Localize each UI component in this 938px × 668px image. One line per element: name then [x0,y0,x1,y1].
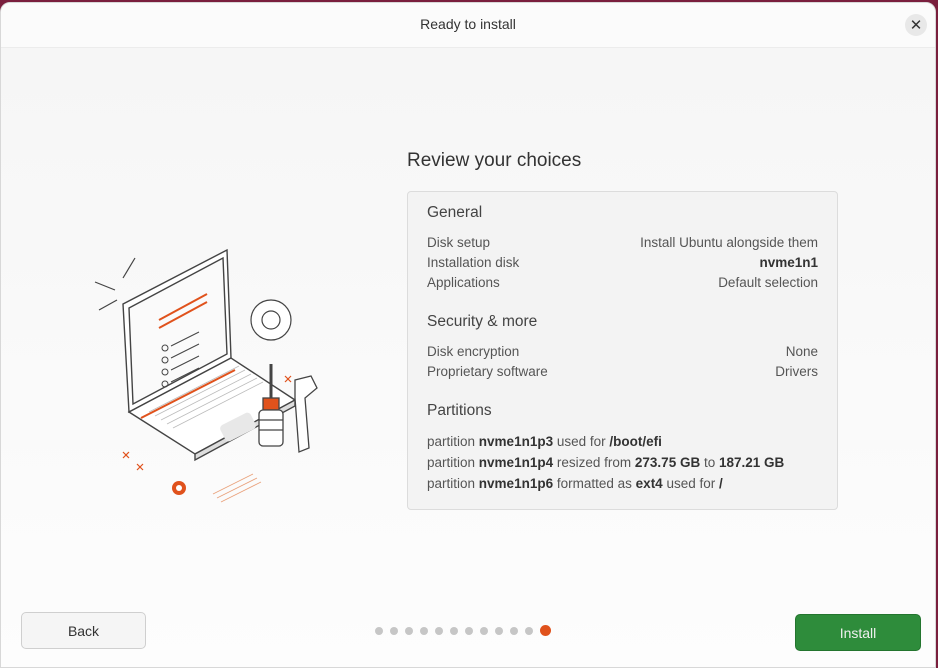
partition-word: used for [556,434,606,449]
summary-card: General Disk setup Install Ubuntu alongs… [407,191,838,510]
page-heading: Review your choices [407,150,582,171]
page-dot [465,626,473,635]
section-title-general: General [427,204,483,221]
partition-mount: /boot/efi [609,434,662,449]
summary-row: Applications Default selection [427,273,818,293]
summary-row: Disk encryption None [427,342,818,362]
page-dot [480,626,488,635]
partition-word: partition [427,455,476,470]
partition-line: partition nvme1n1p3 used for /boot/efi [427,431,818,452]
page-dot [405,626,413,635]
row-value: Default selection [718,275,818,290]
partition-mount: / [719,476,723,491]
page-dot [420,626,428,635]
row-value: nvme1n1 [759,255,818,270]
page-dot [525,626,533,635]
general-section: General Disk setup Install Ubuntu alongs… [427,204,818,293]
summary-row: Installation disk nvme1n1 [427,253,818,273]
titlebar: Ready to install ✕ [1,3,935,48]
partition-word: resized from [556,455,632,470]
page-indicator [375,625,551,636]
install-button[interactable]: Install [795,614,921,651]
summary-row: Proprietary software Drivers [427,362,818,382]
page-dot [495,626,503,635]
row-value: Install Ubuntu alongside them [640,235,818,250]
small-gear [172,481,186,495]
partition-word: used for [666,476,716,491]
section-title-security: Security & more [427,313,538,330]
section-title-partitions: Partitions [427,402,492,419]
page-dot [390,626,398,635]
row-label: Disk encryption [427,344,520,359]
close-button[interactable]: ✕ [905,14,927,36]
page-dot [435,626,443,635]
window-title: Ready to install [420,16,516,32]
page-dot [510,626,518,635]
partition-filesystem: ext4 [635,476,663,491]
partition-line: partition nvme1n1p4 resized from 273.75 … [427,452,818,473]
partition-word: partition [427,476,476,491]
partition-device: nvme1n1p4 [478,455,554,470]
partitions-section: Partitions partition nvme1n1p3 used for … [427,402,818,494]
page-dot-active [540,625,551,636]
security-section: Security & more Disk encryption None Pro… [427,313,818,382]
back-button[interactable]: Back [21,612,146,649]
laptop-tools-illustration [94,248,318,503]
row-label: Disk setup [427,235,491,250]
partition-size-to: 187.21 GB [719,455,785,470]
partition-device: nvme1n1p6 [478,476,554,491]
installer-window: Ready to install ✕ Review your choices G… [0,2,936,668]
summary-row: Disk setup Install Ubuntu alongside them [427,233,818,253]
partition-word: to [703,455,716,470]
page-dot [375,626,383,635]
partition-word: formatted as [556,476,632,491]
screwdriver-icon-illustration [258,364,284,447]
partition-device: nvme1n1p3 [478,434,554,449]
row-label: Applications [427,275,500,290]
partition-line: partition nvme1n1p6 formatted as ext4 us… [427,473,818,494]
page-dot [450,626,458,635]
hatch-pad [212,473,262,503]
row-label: Installation disk [427,255,520,270]
partition-size-from: 273.75 GB [634,455,701,470]
partition-word: partition [427,434,476,449]
row-value: None [785,344,818,359]
row-value: Drivers [775,364,818,379]
gear-icon-illustration [250,299,292,341]
main-content: Review your choices General Disk setup I… [1,48,935,667]
row-label: Proprietary software [427,364,548,379]
close-icon: ✕ [909,16,923,34]
wrench-icon-illustration [294,375,318,453]
